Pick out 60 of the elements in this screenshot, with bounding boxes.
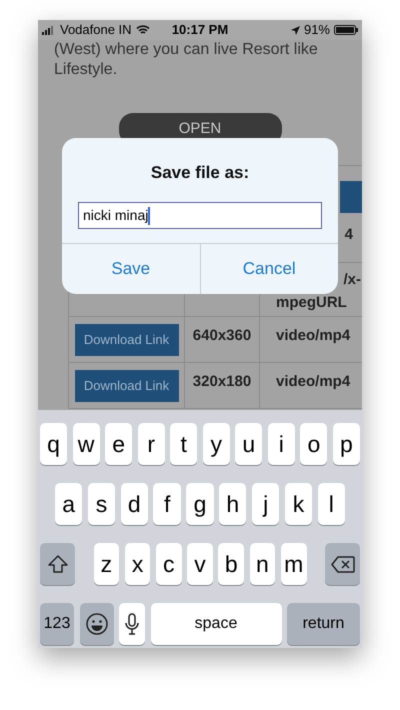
download-link-button[interactable]: Download Link xyxy=(74,370,178,402)
filename-input[interactable]: nicki minaj xyxy=(78,202,322,229)
shift-icon xyxy=(48,555,68,573)
microphone-icon xyxy=(125,613,139,635)
battery-icon xyxy=(334,25,358,35)
return-key[interactable]: return xyxy=(287,603,360,645)
save-button[interactable]: Save xyxy=(62,244,200,294)
smiley-icon xyxy=(86,613,108,635)
table-cell-text: /x- xyxy=(343,270,361,290)
letter-key[interactable]: z xyxy=(94,543,120,585)
letter-key[interactable]: m xyxy=(280,543,307,585)
space-key[interactable]: space xyxy=(150,603,282,645)
microphone-key[interactable] xyxy=(119,603,145,645)
letter-key[interactable]: v xyxy=(187,543,213,585)
table-cell-text: mpegURL xyxy=(276,293,347,313)
letter-key[interactable]: r xyxy=(138,423,165,465)
letter-key[interactable]: f xyxy=(153,483,181,525)
letter-key[interactable]: p xyxy=(332,423,360,465)
clock-time: 10:17 PM xyxy=(172,21,228,40)
letter-key[interactable]: n xyxy=(250,543,276,585)
letter-key[interactable]: x xyxy=(124,543,150,585)
location-arrow-icon xyxy=(290,26,300,34)
shift-key[interactable] xyxy=(40,543,75,585)
battery-percent: 91% xyxy=(304,21,330,40)
table-cell-text: 4 xyxy=(344,225,353,245)
letter-key[interactable]: i xyxy=(268,423,295,465)
cancel-button[interactable]: Cancel xyxy=(200,244,338,294)
table-cell-text: video/mp4 xyxy=(276,326,350,346)
letter-key[interactable]: s xyxy=(88,483,116,525)
letter-key[interactable]: q xyxy=(40,423,68,465)
letter-key[interactable]: t xyxy=(170,423,198,465)
text-cursor xyxy=(148,206,150,224)
carrier-name: Vodafone IN xyxy=(60,21,132,40)
letter-key[interactable]: j xyxy=(252,483,280,525)
letter-key[interactable]: u xyxy=(235,423,262,465)
dialog-title: Save file as: xyxy=(150,162,250,184)
emoji-key[interactable] xyxy=(80,603,114,645)
download-link-button[interactable]: Download Link xyxy=(74,324,178,356)
letter-key[interactable]: o xyxy=(300,423,328,465)
delete-key[interactable] xyxy=(325,543,360,585)
table-cell: 320x180 xyxy=(192,373,252,390)
letter-key[interactable]: l xyxy=(318,483,345,525)
letter-key[interactable]: y xyxy=(202,423,230,465)
letter-key[interactable]: b xyxy=(218,543,244,585)
table-cell-text: video/mp4 xyxy=(276,372,350,392)
article-text: (West) where you can live Resort like xyxy=(54,40,318,60)
table-cell: 640x360 xyxy=(192,327,252,344)
signal-icon xyxy=(42,26,56,34)
letter-key[interactable]: a xyxy=(55,483,82,525)
letter-key[interactable]: k xyxy=(284,483,312,525)
letter-key[interactable]: w xyxy=(72,423,100,465)
wifi-icon xyxy=(136,25,150,35)
letter-key[interactable]: c xyxy=(156,543,182,585)
numbers-key[interactable]: 123 xyxy=(40,603,74,645)
article-text: Lifestyle. xyxy=(54,60,118,80)
letter-key[interactable]: h xyxy=(219,483,246,525)
backspace-icon xyxy=(330,556,355,572)
letter-key[interactable]: g xyxy=(186,483,214,525)
letter-key[interactable]: e xyxy=(105,423,132,465)
letter-key[interactable]: d xyxy=(120,483,148,525)
